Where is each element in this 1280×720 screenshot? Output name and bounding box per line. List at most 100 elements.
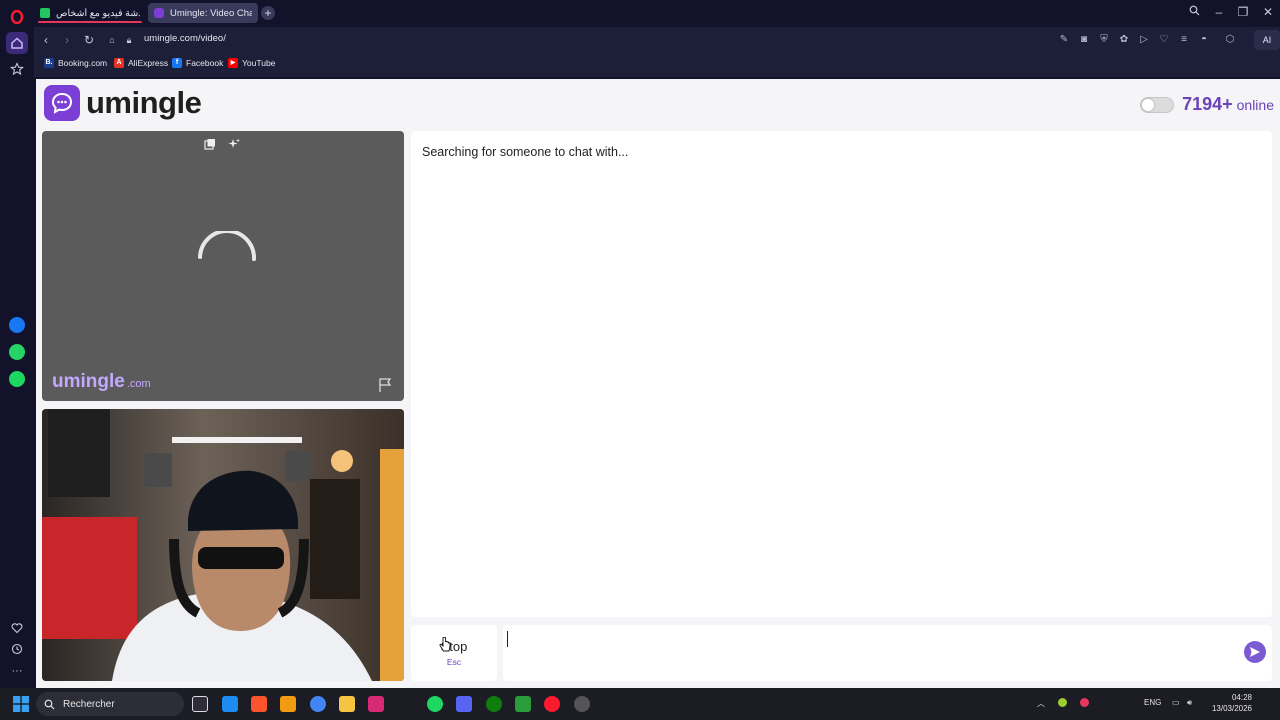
close-icon[interactable]: ✕	[1260, 5, 1276, 19]
sparkle-effects-icon[interactable]	[228, 137, 240, 155]
history-clock-icon[interactable]	[6, 638, 28, 660]
bookmarks-bar: B. Booking.com A AliExpress f Facebook ▶…	[34, 53, 1280, 77]
vlc-icon[interactable]	[280, 696, 296, 712]
maximize-icon[interactable]: ❐	[1235, 5, 1251, 19]
url-field[interactable]: umingle.com/video/	[144, 33, 226, 44]
bookmark-youtube[interactable]: ▶ YouTube	[228, 58, 275, 68]
messenger-icon[interactable]	[6, 314, 28, 336]
bookmark-booking[interactable]: B. Booking.com	[44, 58, 107, 68]
umingle-watermark: umingle .com	[52, 371, 151, 393]
bookmark-facebook[interactable]: f Facebook	[172, 58, 223, 68]
spotify-taskbar-icon[interactable]	[427, 696, 443, 712]
network-icon[interactable]: ▭	[1172, 698, 1180, 707]
stranger-video: umingle .com	[42, 131, 404, 401]
online-label: online	[1236, 96, 1274, 113]
chrome-icon[interactable]	[310, 696, 326, 712]
language-indicator[interactable]: ENG	[1144, 698, 1161, 707]
tab-label: آزاردردشة فيديو مع أشخاص	[56, 7, 140, 19]
youtube-icon: ▶	[228, 58, 238, 68]
favorites-heart-icon[interactable]: ♡	[1157, 32, 1171, 48]
media-player-icon[interactable]	[515, 696, 531, 712]
task-view-icon[interactable]	[192, 696, 208, 712]
watermark-tld: .com	[126, 378, 151, 390]
report-flag-icon[interactable]	[378, 377, 394, 398]
opera-sidebar: ···	[0, 0, 34, 688]
lock-icon: 🔒︎	[126, 35, 132, 45]
stop-label: Stop	[440, 639, 468, 654]
reload-icon[interactable]: ↻	[81, 32, 97, 48]
spotify-icon[interactable]	[6, 368, 28, 390]
chat-bubble-logo-icon	[44, 85, 80, 121]
online-count: 7194+	[1182, 94, 1233, 114]
player-icon[interactable]: ▷	[1137, 32, 1151, 48]
clock-time: 04:28	[1231, 693, 1252, 702]
more-dots-icon[interactable]: ···	[6, 660, 28, 682]
camera-icon[interactable]: ◙	[1077, 32, 1091, 48]
discord-icon[interactable]	[456, 696, 472, 712]
message-input[interactable]	[503, 625, 1272, 681]
search-label: Rechercher	[63, 698, 115, 710]
menu-icon[interactable]: ≡	[1177, 32, 1191, 48]
cube-icon[interactable]: ⬡	[1223, 32, 1237, 48]
vpn-icon[interactable]: ⌂	[104, 32, 120, 48]
file-explorer-icon[interactable]	[339, 696, 355, 712]
bookmark-label: Facebook	[186, 58, 224, 68]
opera-logo-icon[interactable]	[6, 6, 28, 28]
taskbar-search[interactable]: Rechercher	[36, 692, 184, 716]
theme-toggle[interactable]	[1140, 96, 1175, 113]
instagram-icon[interactable]	[368, 696, 384, 712]
home-icon[interactable]	[6, 32, 28, 54]
heart-icon[interactable]	[6, 617, 28, 639]
bookmark-label: Booking.com	[58, 58, 108, 68]
umingle-page: umingle 7194+ online umingle .com Search…	[36, 79, 1280, 688]
tray-opera-icon[interactable]	[1080, 698, 1089, 707]
webcam-feed	[42, 409, 404, 681]
tab-strip: آزاردردشة فيديو مع أشخاص Umingle: Video …	[34, 0, 1280, 27]
tab-umingle[interactable]: Umingle: Video Chat	[148, 3, 258, 23]
picture-in-picture-icon[interactable]	[204, 137, 216, 155]
self-camera-video	[42, 409, 404, 681]
bookmarks-star-icon[interactable]	[6, 58, 28, 80]
tab-favicon-icon	[154, 8, 164, 18]
opera-taskbar-icon[interactable]	[544, 696, 560, 712]
opera-gx-icon[interactable]	[574, 696, 590, 712]
send-button[interactable]	[1244, 641, 1266, 663]
search-icon[interactable]	[1186, 5, 1202, 19]
new-tab-plus-icon[interactable]: +	[261, 6, 275, 20]
ai-button[interactable]: AI	[1254, 30, 1280, 50]
address-bar-row: ‹ › ↻ ⌂ 🔒︎ umingle.com/video/ ✎ ◙ ⛨ ✿ ▷ …	[34, 27, 1280, 53]
logo-text: umingle	[86, 85, 202, 120]
ai-label: AI	[1262, 35, 1272, 45]
windows-taskbar: Rechercher ︿ ENG ▭ 🔊︎ 04:28 13/03/2026	[0, 688, 1280, 720]
extension-icon[interactable]: ✿	[1117, 32, 1131, 48]
stop-shortcut: Esc	[446, 657, 462, 667]
defender-icon[interactable]	[222, 696, 238, 712]
shield-icon[interactable]: ⛨	[1097, 32, 1111, 48]
taskbar-clock[interactable]: 04:28 13/03/2026	[1206, 692, 1252, 714]
forward-icon[interactable]: ›	[59, 32, 75, 48]
online-counter: 7194+ online	[1140, 94, 1274, 115]
clock-date: 13/03/2026	[1211, 704, 1252, 713]
minimize-icon[interactable]: –	[1211, 5, 1227, 19]
volume-icon[interactable]: 🔊︎	[1187, 698, 1192, 708]
tab-audio-indicator	[38, 21, 142, 23]
tab-arabic-chat[interactable]: آزاردردشة فيديو مع أشخاص	[34, 3, 146, 23]
account-icon[interactable]: ◓	[1197, 32, 1211, 48]
whatsapp-icon[interactable]	[6, 341, 28, 363]
brave-icon[interactable]	[251, 696, 267, 712]
back-icon[interactable]: ‹	[38, 32, 54, 48]
loading-spinner-icon	[192, 229, 258, 276]
bookmark-aliexpress[interactable]: A AliExpress	[114, 58, 168, 68]
tray-chevron-icon[interactable]: ︿	[1037, 698, 1045, 709]
windows-start-icon[interactable]	[13, 696, 29, 717]
site-logo[interactable]: umingle	[44, 85, 202, 121]
tab-label: Umingle: Video Chat	[170, 7, 252, 19]
bookmark-label: AliExpress	[128, 58, 169, 68]
stop-button[interactable]: Stop Esc	[411, 625, 497, 681]
cursor-hand-icon	[439, 636, 451, 658]
chat-status: Searching for someone to chat with...	[422, 145, 629, 159]
xbox-icon[interactable]	[486, 696, 502, 712]
tray-app-icon[interactable]	[1058, 698, 1067, 707]
tab-favicon-icon	[40, 8, 50, 18]
edit-icon[interactable]: ✎	[1057, 32, 1071, 48]
